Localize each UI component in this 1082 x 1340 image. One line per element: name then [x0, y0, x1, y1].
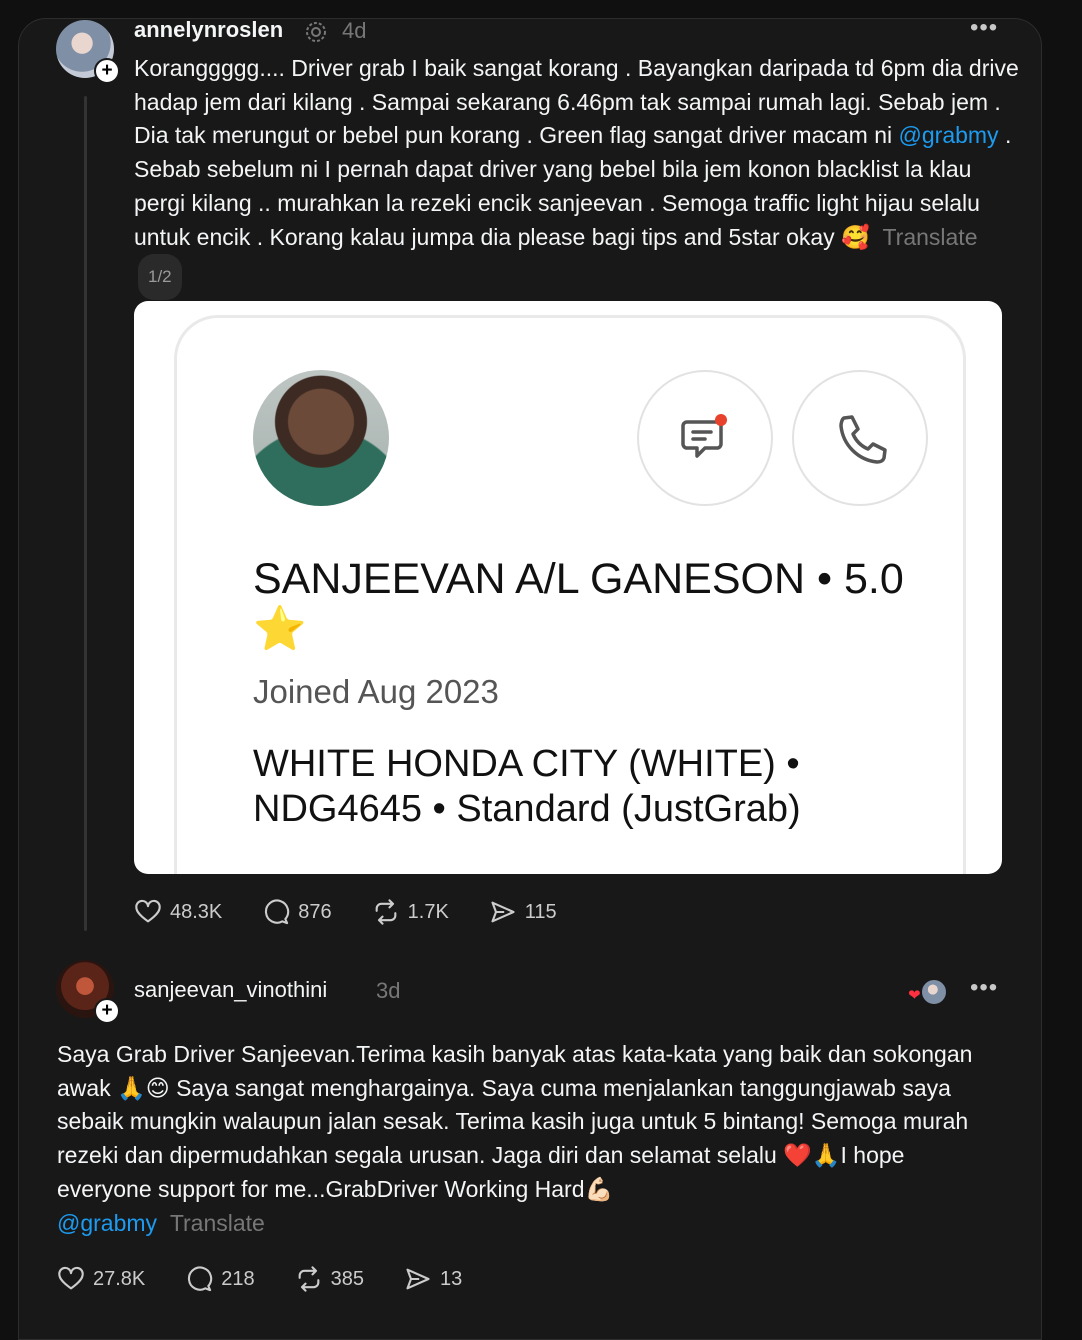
- heart-icon: [135, 899, 161, 923]
- comment-icon: [265, 899, 290, 925]
- driver-joined: Joined Aug 2023: [253, 673, 499, 710]
- reply-repost-button[interactable]: 385: [295, 1265, 364, 1293]
- chat-icon: [681, 414, 727, 458]
- repost-count: 1.7K: [407, 900, 449, 923]
- reply-translate-link[interactable]: Translate: [170, 1210, 265, 1236]
- follow-plus-icon[interactable]: +: [94, 998, 120, 1024]
- reply-text: Saya Grab Driver Sanjeevan.Terima kasih …: [57, 1041, 973, 1202]
- thread-connector-line: [84, 96, 87, 931]
- threads-badge-icon: [306, 22, 326, 42]
- translate-link[interactable]: Translate: [882, 224, 977, 250]
- reply-share-button[interactable]: 13: [404, 1265, 462, 1293]
- call-button: [792, 370, 928, 506]
- comment-count: 876: [298, 900, 332, 923]
- like-count: 48.3K: [170, 900, 223, 923]
- post-username[interactable]: annelynroslen: [134, 17, 283, 43]
- post-image-card[interactable]: SANJEEVAN A/L GANESON • 5.0 ⭐ Joined Aug…: [134, 301, 1002, 874]
- phone-icon: [839, 415, 887, 464]
- more-options-icon[interactable]: •••: [970, 14, 998, 42]
- heart-icon: [58, 1266, 84, 1290]
- post-body: Koranggggg.... Driver grab I baik sangat…: [134, 52, 1024, 300]
- liked-by-author-icon: ❤: [906, 978, 948, 1006]
- post-actions: 48.3K 876 1.7K 115: [134, 898, 597, 926]
- like-button[interactable]: 48.3K: [134, 898, 222, 926]
- reply-repost-count: 385: [330, 1267, 365, 1290]
- author-avatar[interactable]: +: [56, 20, 120, 84]
- post-time: 4d: [342, 18, 367, 43]
- reply-more-options-icon[interactable]: •••: [970, 974, 998, 1002]
- share-icon: [406, 1268, 430, 1290]
- post-text-part1: Koranggggg.... Driver grab I baik sangat…: [134, 55, 1019, 149]
- reply-comment-button[interactable]: 218: [185, 1265, 255, 1293]
- reply-share-count: 13: [440, 1267, 463, 1290]
- comment-icon: [188, 1266, 213, 1292]
- reply-mention-link[interactable]: @grabmy: [57, 1210, 157, 1236]
- driver-photo: [253, 370, 389, 506]
- driver-info-card: SANJEEVAN A/L GANESON • 5.0 ⭐ Joined Aug…: [174, 315, 966, 874]
- reply-comment-count: 218: [221, 1267, 255, 1290]
- reply-time: 3d: [376, 978, 401, 1003]
- follow-plus-icon[interactable]: +: [94, 58, 120, 84]
- repost-button[interactable]: 1.7K: [372, 898, 449, 926]
- post-mention-link[interactable]: @grabmy: [899, 122, 999, 148]
- comment-button[interactable]: 876: [262, 898, 332, 926]
- share-icon: [491, 901, 515, 923]
- chat-button: [637, 370, 773, 506]
- reply-like-button[interactable]: 27.8K: [57, 1265, 145, 1293]
- reply-like-count: 27.8K: [93, 1267, 146, 1290]
- reply-actions: 27.8K 218 385 13: [57, 1265, 502, 1293]
- driver-name: SANJEEVAN A/L GANESON • 5.0 ⭐: [253, 555, 904, 653]
- vehicle-info: WHITE HONDA CITY (WHITE) • NDG4645 • Sta…: [253, 743, 801, 830]
- share-count: 115: [524, 900, 557, 923]
- share-button[interactable]: 115: [489, 898, 557, 926]
- reply-body: Saya Grab Driver Sanjeevan.Terima kasih …: [57, 1038, 1002, 1240]
- repost-icon: [375, 899, 397, 925]
- reply-avatar[interactable]: +: [56, 960, 120, 1024]
- reply-username[interactable]: sanjeevan_vinothini: [134, 977, 327, 1003]
- repost-icon: [298, 1266, 320, 1292]
- media-pager-badge: 1/2: [138, 254, 182, 300]
